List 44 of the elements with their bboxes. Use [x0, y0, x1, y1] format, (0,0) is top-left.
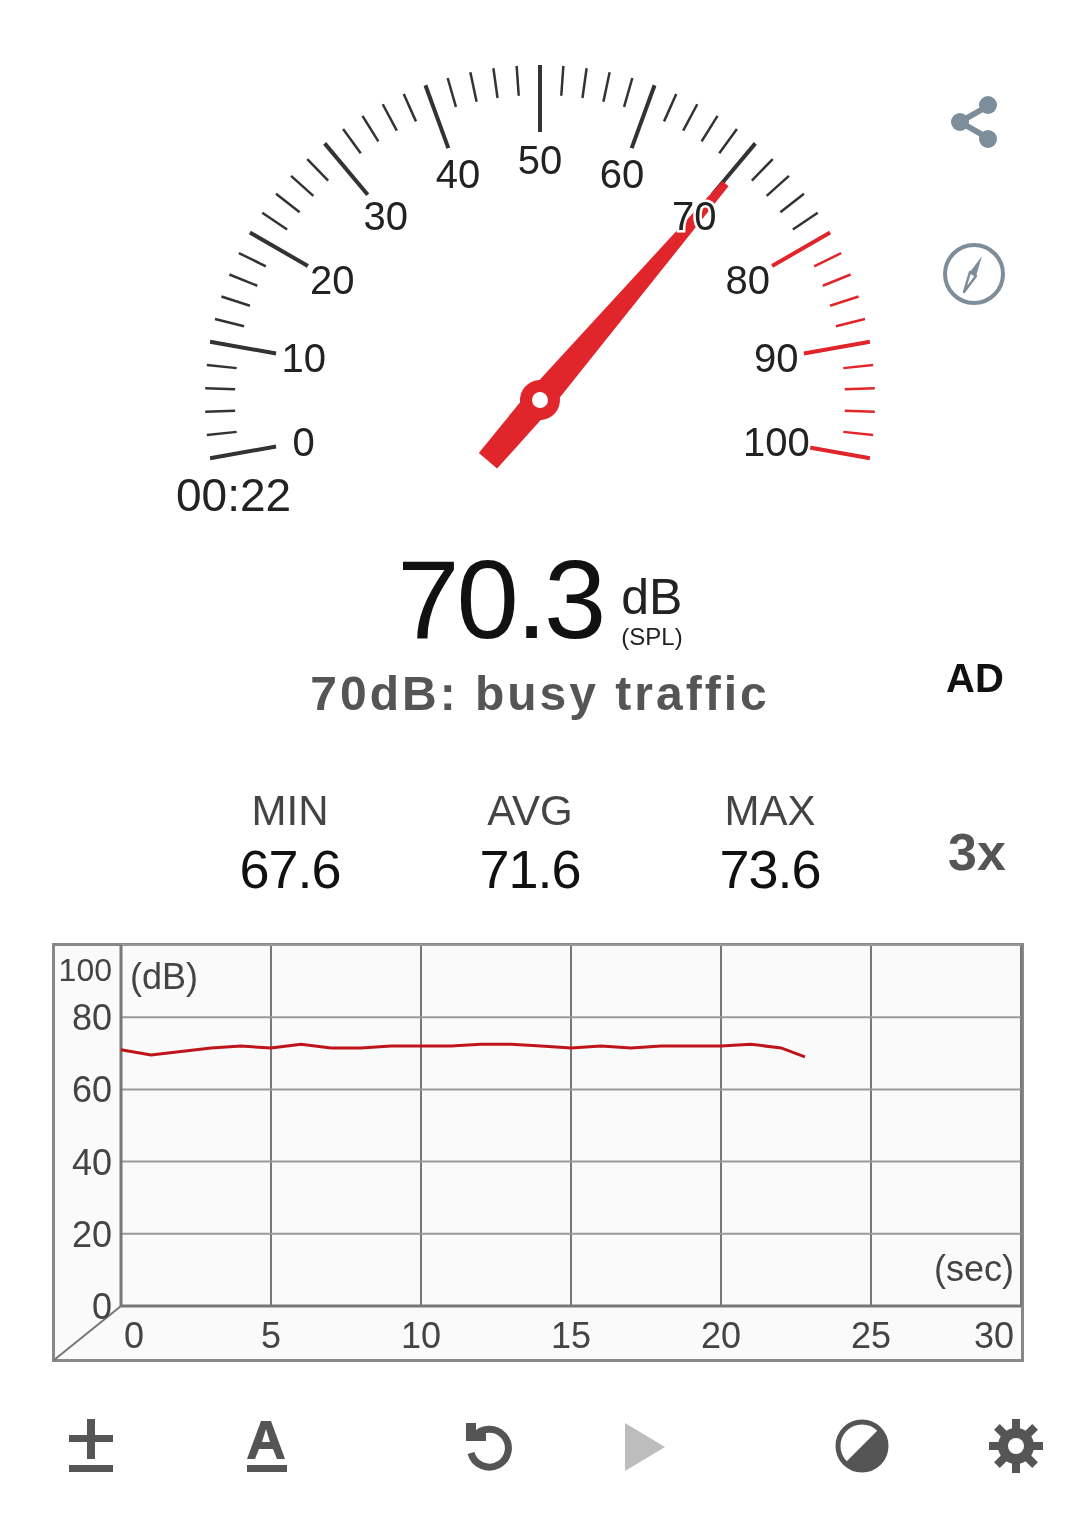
contrast-icon — [835, 1419, 889, 1475]
x-tick-label: 30 — [973, 1315, 1014, 1356]
gauge-label: 60 — [599, 152, 645, 197]
x-tick-label: 5 — [261, 1315, 281, 1356]
stat-value: 67.6 — [239, 842, 341, 896]
y-tick-label: 40 — [71, 1141, 112, 1183]
gauge-label: 50 — [517, 138, 563, 182]
x-axis-title: (sec) — [934, 1248, 1014, 1289]
noise-description: 70dB: busy traffic — [310, 670, 770, 718]
stat-value: 73.6 — [719, 842, 821, 896]
settings-button[interactable] — [989, 1419, 1043, 1475]
y-tick-label: 100 — [58, 952, 112, 988]
stat-label: MAX — [724, 790, 816, 832]
stat-label: AVG — [487, 790, 573, 832]
stat-label: MIN — [251, 790, 329, 832]
compass-icon[interactable] — [942, 242, 1006, 306]
gauge-label: 20 — [309, 258, 355, 302]
x-tick-label: 15 — [551, 1315, 591, 1356]
gauge-label: 100 — [743, 419, 810, 464]
share-icon[interactable] — [948, 94, 1000, 150]
gauge-label: 30 — [363, 194, 408, 239]
x-tick-label: 10 — [401, 1315, 441, 1356]
gauge-label: 90 — [754, 336, 799, 381]
contrast-button[interactable] — [835, 1419, 889, 1475]
y-tick-label: 0 — [91, 1286, 112, 1327]
y-tick-label: 60 — [71, 1069, 112, 1111]
x-tick-label: 0 — [124, 1315, 145, 1356]
gauge-label: 40 — [435, 152, 481, 197]
y-axis-title: (dB) — [130, 956, 198, 997]
settings-icon — [989, 1419, 1043, 1475]
mode-button[interactable]: AD — [946, 658, 1004, 698]
sound-level-reading: 70.3 — [397, 544, 604, 656]
unit-label: dB — [621, 572, 683, 622]
stat-value: 71.6 — [479, 842, 581, 896]
x-tick-label: 25 — [851, 1315, 891, 1356]
y-tick-label: 20 — [71, 1213, 112, 1255]
y-tick-label: 80 — [71, 997, 112, 1039]
elapsed-time: 00:22 — [176, 472, 292, 518]
gauge-label: 0 — [292, 419, 315, 464]
gauge-label: 10 — [281, 336, 326, 381]
x-tick-label: 20 — [701, 1315, 741, 1356]
zoom-button[interactable]: 3x — [948, 826, 1006, 878]
weighting-label: (SPL) — [621, 622, 683, 652]
gauge-label: 80 — [725, 258, 771, 302]
